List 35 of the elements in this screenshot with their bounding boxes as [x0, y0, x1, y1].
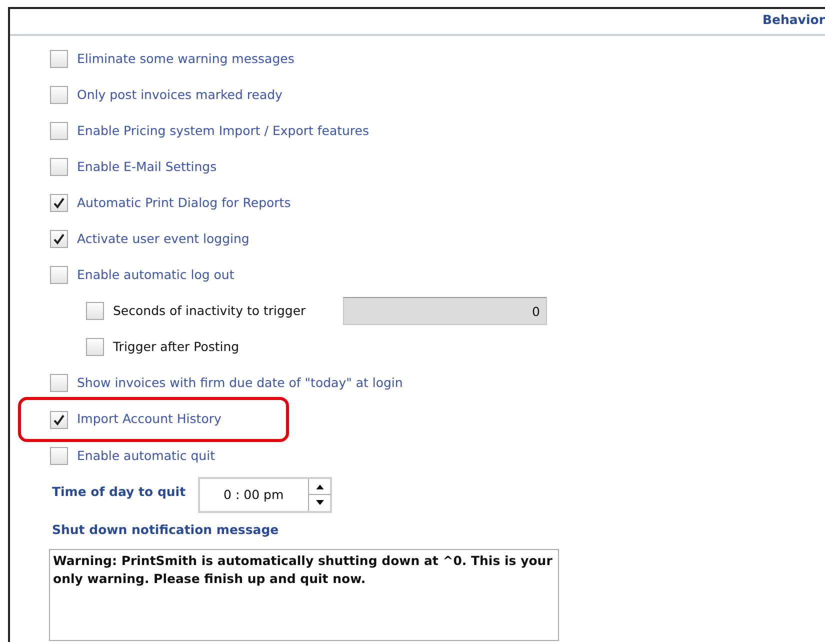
message-text: Warning: PrintSmith is automatically shutting down at ^0. This is your only warning. Please finish up and quit now.	[53, 552, 554, 588]
checkbox[interactable]	[50, 410, 68, 428]
checkbox[interactable]	[86, 302, 104, 320]
option-label[interactable]: Enable Pricing system Import / Export features	[77, 122, 369, 140]
checkbox[interactable]	[50, 374, 68, 392]
option-label[interactable]: Only post invoices marked ready	[77, 86, 282, 104]
option-label[interactable]: Enable E-Mail Settings	[77, 158, 217, 176]
checkbox[interactable]	[50, 230, 68, 248]
checkbox[interactable]	[50, 122, 68, 140]
option-label[interactable]: Seconds of inactivity to trigger	[113, 302, 334, 320]
checkbox[interactable]	[50, 447, 68, 465]
time-spinner[interactable]: 0 : 00 pm	[198, 477, 332, 513]
time-value: 0 : 00 pm	[222, 486, 285, 504]
checkmark-icon	[53, 414, 65, 426]
checkbox[interactable]	[50, 86, 68, 104]
message-textarea[interactable]: Warning: PrintSmith is automatically shutting down at ^0. This is your only warning. Please finish up and quit now.	[49, 548, 559, 641]
option-label[interactable]: Eliminate some warning messages	[77, 50, 294, 68]
option-label[interactable]: Activate user event logging	[77, 230, 250, 248]
checkmark-icon	[53, 233, 65, 245]
checkbox[interactable]	[50, 50, 68, 68]
option-label[interactable]: Automatic Print Dialog for Reports	[77, 194, 291, 212]
seconds-input[interactable]: 0	[343, 297, 547, 325]
option-label[interactable]: Enable automatic log out	[77, 266, 234, 284]
checkmark-icon	[53, 197, 65, 209]
checkbox[interactable]	[50, 158, 68, 176]
option-label[interactable]: Import Account History	[77, 410, 222, 429]
checkbox[interactable]	[86, 338, 104, 356]
field-label: Shut down notification message	[52, 521, 280, 539]
checkbox[interactable]	[50, 266, 68, 284]
option-label[interactable]: Enable automatic quit	[77, 446, 215, 466]
section-title: Behavior	[762, 11, 825, 29]
checkbox[interactable]	[50, 194, 68, 212]
option-label[interactable]: Show invoices with firm due date of "today" at login	[77, 374, 403, 392]
option-label[interactable]: Trigger after Posting	[113, 338, 334, 356]
field-label: Time of day to quit	[52, 483, 186, 501]
